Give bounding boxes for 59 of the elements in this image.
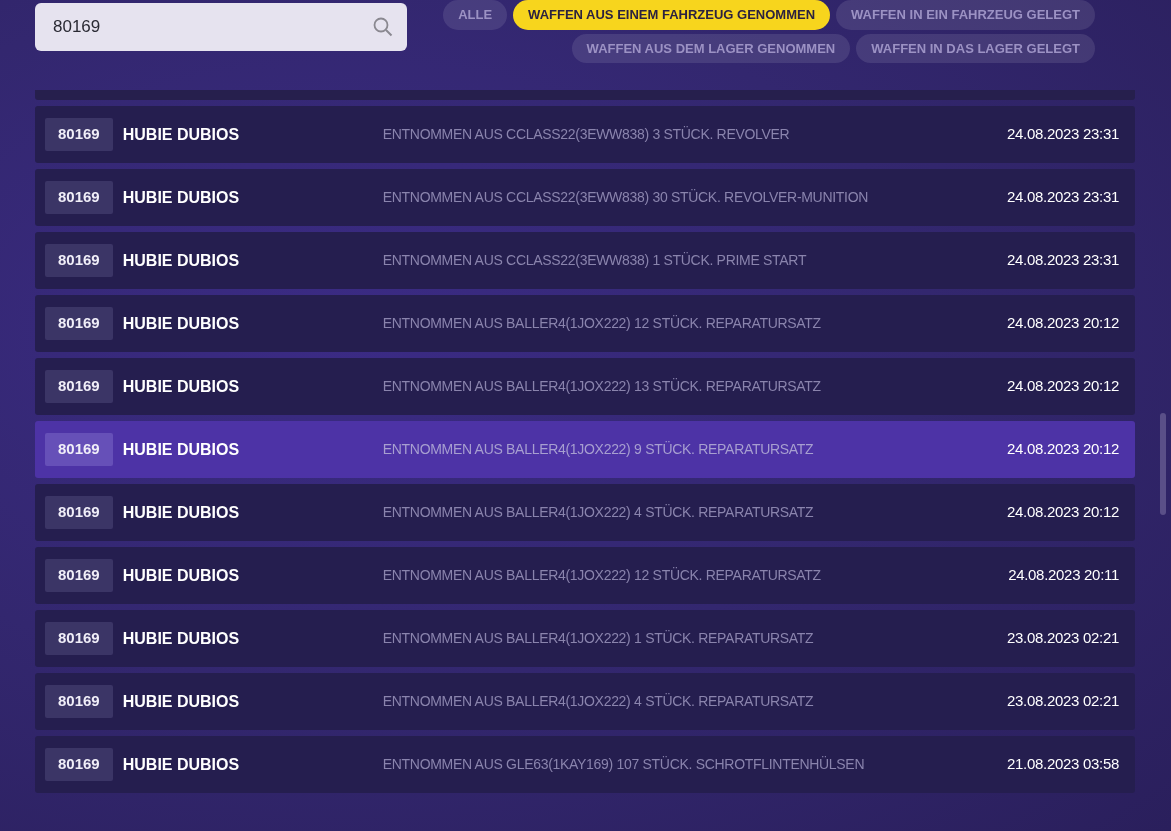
player-id: 80169: [45, 685, 113, 718]
player-name: HUBIE DUBIOS: [122, 628, 241, 649]
timestamp: 24.08.2023 23:31: [1007, 187, 1119, 208]
log-description: ENTNOMMEN AUS BALLER4(1JOX222) 4 STÜCK. REPARATURSATZ: [382, 503, 815, 522]
timestamp: 24.08.2023 20:11: [1008, 565, 1119, 586]
log-row[interactable]: 80169 HUBIE DUBIOS ENTNOMMEN AUS BALLER4(1JOX222) 12 STÜCK. REPARATURSATZ 24.08.2023 20:11: [35, 547, 1135, 604]
log-row[interactable]: 80169 HUBIE DUBIOS ENTNOMMEN AUS BALLER4(1JOX222) 9 STÜCK. REPARATURSATZ 24.08.2023 20:12: [35, 421, 1135, 478]
log-row[interactable]: 80169 HUBIE DUBIOS ENTNOMMEN AUS BALLER4(1JOX222) 13 STÜCK. REPARATURSATZ 24.08.2023 20:12: [35, 358, 1135, 415]
player-id: 80169: [45, 748, 113, 781]
player-id: 80169: [45, 496, 113, 529]
timestamp: 24.08.2023 23:31: [1007, 124, 1119, 145]
player-name: HUBIE DUBIOS: [122, 691, 241, 712]
log-description: ENTNOMMEN AUS GLE63(1KAY169) 107 STÜCK. SCHROTFLINTENHÜLSEN: [382, 755, 866, 774]
log-description: ENTNOMMEN AUS BALLER4(1JOX222) 13 STÜCK. REPARATURSATZ: [382, 377, 822, 396]
player-name: HUBIE DUBIOS: [122, 439, 241, 460]
timestamp: 24.08.2023 20:12: [1007, 376, 1119, 397]
timestamp: 23.08.2023 02:21: [1007, 628, 1119, 649]
log-description: ENTNOMMEN AUS BALLER4(1JOX222) 12 STÜCK. REPARATURSATZ: [382, 314, 822, 333]
player-name: HUBIE DUBIOS: [122, 502, 241, 523]
player-name: HUBIE DUBIOS: [122, 754, 241, 775]
player-id: 80169: [45, 559, 113, 592]
log-row[interactable]: 80169 HUBIE DUBIOS ENTNOMMEN AUS CCLASS22(3EWW838) 3 STÜCK. REVOLVER 24.08.2023 23:31: [35, 106, 1135, 163]
log-description: ENTNOMMEN AUS CCLASS22(3EWW838) 1 STÜCK. PRIME START: [382, 251, 808, 270]
search-icon: [373, 17, 393, 37]
player-name: HUBIE DUBIOS: [122, 565, 241, 586]
log-row[interactable]: 80169 HUBIE DUBIOS ENTNOMMEN AUS BALLER4(1JOX222) 4 STÜCK. REPARATURSATZ 23.08.2023 02:21: [35, 673, 1135, 730]
player-id: 80169: [45, 244, 113, 277]
player-id: 80169: [45, 307, 113, 340]
log-row[interactable]: 80169 HUBIE DUBIOS ENTNOMMEN AUS GLE63(1KAY169) 107 STÜCK. SCHROTFLINTENHÜLSEN 21.08.2023 03:58: [35, 736, 1135, 793]
log-description: ENTNOMMEN AUS CCLASS22(3EWW838) 3 STÜCK. REVOLVER: [382, 125, 791, 144]
player-id: 80169: [45, 370, 113, 403]
log-description: ENTNOMMEN AUS BALLER4(1JOX222) 4 STÜCK. REPARATURSATZ: [382, 692, 815, 711]
timestamp: 24.08.2023 23:31: [1007, 250, 1119, 271]
log-description: ENTNOMMEN AUS BALLER4(1JOX222) 12 STÜCK. REPARATURSATZ: [382, 566, 822, 585]
search-field[interactable]: 80169: [35, 3, 407, 51]
player-id: 80169: [45, 181, 113, 214]
player-name: HUBIE DUBIOS: [122, 187, 241, 208]
log-description: ENTNOMMEN AUS BALLER4(1JOX222) 9 STÜCK. REPARATURSATZ: [382, 440, 815, 459]
player-id: 80169: [45, 622, 113, 655]
log-row[interactable]: 80169 HUBIE DUBIOS ENTNOMMEN AUS CCLASS22(3EWW838) 30 STÜCK. REVOLVER-MUNITION 24.08.2023 23:31: [35, 169, 1135, 226]
player-id: 80169: [45, 118, 113, 151]
timestamp: 24.08.2023 20:12: [1007, 502, 1119, 523]
player-id: 80169: [45, 433, 113, 466]
log-description: ENTNOMMEN AUS CCLASS22(3EWW838) 30 STÜCK. REVOLVER-MUNITION: [382, 188, 870, 207]
log-row[interactable]: 80169 HUBIE DUBIOS ENTNOMMEN AUS CCLASS22(3EWW838) 1 STÜCK. PRIME START 24.08.2023 23:31: [35, 232, 1135, 289]
scrollbar-thumb[interactable]: [1160, 413, 1166, 515]
log-row[interactable]: 80169 HUBIE DUBIOS ENTNOMMEN AUS BALLER4(1JOX222) 1 STÜCK. REPARATURSATZ 23.08.2023 02:21: [35, 610, 1135, 667]
player-name: HUBIE DUBIOS: [122, 313, 241, 334]
player-name: HUBIE DUBIOS: [122, 376, 241, 397]
log-row[interactable]: 80169 HUBIE DUBIOS ENTNOMMEN AUS BALLER4(1JOX222) 12 STÜCK. REPARATURSATZ 24.08.2023 20:12: [35, 295, 1135, 352]
timestamp: 21.08.2023 03:58: [1007, 754, 1119, 775]
timestamp: 24.08.2023 20:12: [1007, 439, 1119, 460]
player-name: HUBIE DUBIOS: [122, 124, 241, 145]
timestamp: 24.08.2023 20:12: [1007, 313, 1119, 334]
filter-chip[interactable]: WAFFEN AUS EINEM FAHRZEUG GENOMMEN: [513, 0, 831, 30]
timestamp: 23.08.2023 02:21: [1007, 691, 1119, 712]
log-description: ENTNOMMEN AUS BALLER4(1JOX222) 1 STÜCK. REPARATURSATZ: [382, 629, 815, 648]
player-name: HUBIE DUBIOS: [122, 250, 241, 271]
log-row[interactable]: 80169 HUBIE DUBIOS ENTNOMMEN AUS BALLER4(1JOX222) 4 STÜCK. REPARATURSATZ 24.08.2023 20:12: [35, 484, 1135, 541]
